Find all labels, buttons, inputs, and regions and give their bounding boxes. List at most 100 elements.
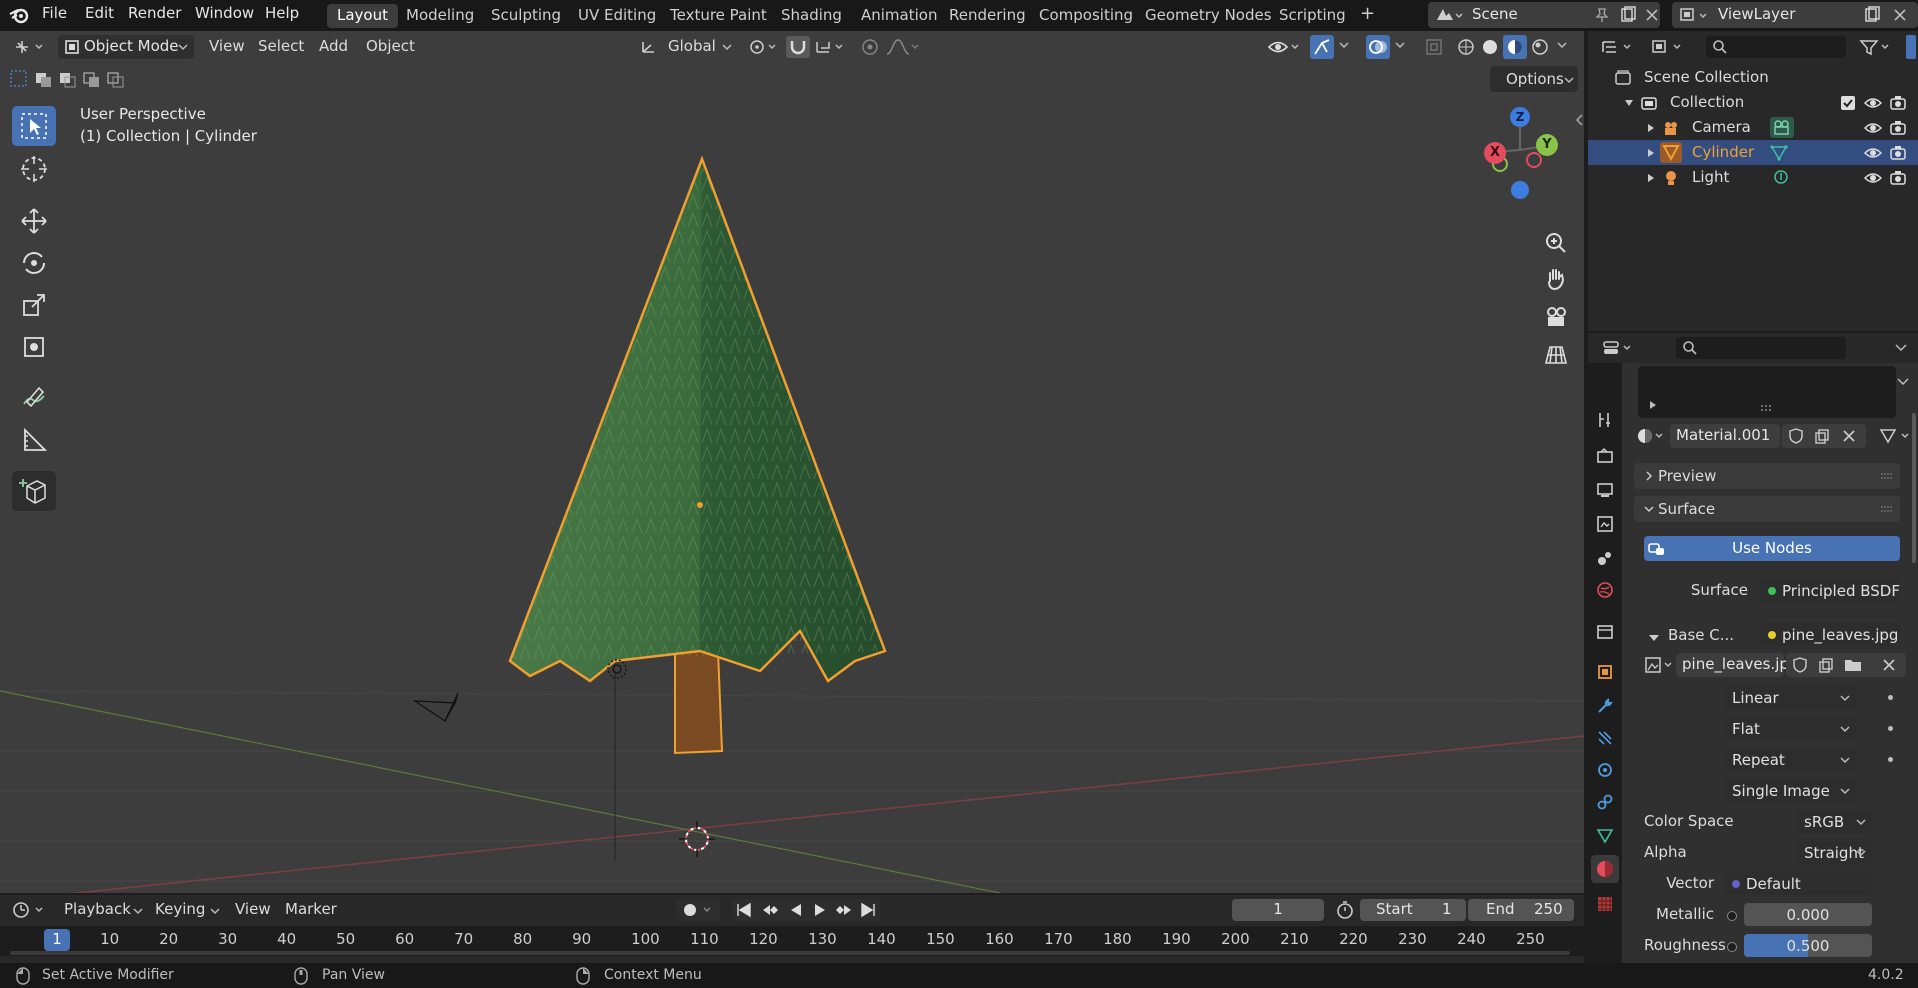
outliner-row-scene-collection[interactable]: Scene Collection <box>1588 65 1918 90</box>
timeline-menu-view[interactable]: View <box>235 900 271 918</box>
panel-preview-header[interactable]: Preview <box>1634 463 1900 489</box>
use-nodes-button[interactable]: Use Nodes <box>1644 536 1900 561</box>
wireframe-shading-icon[interactable] <box>1456 37 1476 57</box>
jump-start-icon[interactable] <box>734 902 754 918</box>
play-reverse-icon[interactable] <box>788 902 804 918</box>
particles-tab-icon[interactable] <box>1596 729 1614 747</box>
delete-scene-icon[interactable] <box>1645 8 1659 22</box>
expand-arrow-icon[interactable] <box>1646 148 1656 158</box>
tool-add-cube[interactable] <box>12 471 56 511</box>
play-icon[interactable] <box>812 902 828 918</box>
tool-tab-icon[interactable] <box>1596 411 1614 429</box>
chevron-down-icon[interactable] <box>1896 377 1910 387</box>
properties-editor-icon[interactable] <box>1602 339 1636 357</box>
jump-end-icon[interactable] <box>858 902 878 918</box>
material-tab[interactable] <box>1591 855 1619 883</box>
viewport-3d[interactable]: Object Mode View Select Add Object Globa… <box>0 31 1584 893</box>
material-preview-toggle[interactable] <box>1503 35 1527 59</box>
timeline-scrollbar[interactable] <box>10 951 1570 955</box>
pin-icon[interactable] <box>1594 7 1610 23</box>
image-name-field[interactable]: pine_leaves.jpg <box>1676 653 1798 677</box>
material-link-icon[interactable] <box>1878 426 1914 446</box>
tab-uv-editing[interactable]: UV Editing <box>568 4 666 28</box>
current-frame-field[interactable]: 1 <box>1232 899 1324 921</box>
tool-select-box[interactable] <box>12 106 56 146</box>
unlink-close-icon[interactable] <box>1882 658 1896 672</box>
tree-crown[interactable] <box>508 155 887 683</box>
visibility-icon[interactable] <box>1266 36 1302 58</box>
tool-cursor[interactable] <box>12 149 56 189</box>
drag-handle-icon[interactable] <box>1880 472 1894 480</box>
frame-start-field[interactable]: Start 1 <box>1360 899 1466 921</box>
proportional-editing-icon[interactable] <box>860 37 880 57</box>
tool-measure[interactable] <box>12 421 56 461</box>
fake-user-shield-icon[interactable] <box>1788 428 1804 444</box>
expand-arrow-icon[interactable] <box>1646 173 1656 183</box>
viewport-menu-view[interactable]: View <box>209 37 245 55</box>
pivot-point-icon[interactable] <box>748 37 778 57</box>
outliner-row-camera[interactable]: Camera <box>1588 115 1918 140</box>
camera-object[interactable] <box>412 692 459 722</box>
viewport-menu-select[interactable]: Select <box>258 37 304 55</box>
fake-user-shield-icon[interactable] <box>1792 657 1808 673</box>
render-camera-icon[interactable] <box>1890 170 1906 186</box>
frame-end-field[interactable]: End 250 <box>1468 899 1574 921</box>
open-folder-icon[interactable] <box>1844 657 1862 673</box>
options-button[interactable]: Options <box>1490 66 1578 92</box>
new-view-layer-button[interactable] <box>1860 3 1882 27</box>
metallic-slider[interactable]: 0.000 <box>1744 903 1872 926</box>
outliner-search-input[interactable] <box>1706 36 1846 58</box>
light-data-icon[interactable] <box>1772 169 1790 187</box>
material-slot-list[interactable] <box>1638 366 1896 418</box>
filter-icon[interactable] <box>1858 37 1894 57</box>
eye-icon[interactable] <box>1864 170 1882 186</box>
snap-toggle[interactable] <box>786 36 810 58</box>
render-camera-icon[interactable] <box>1890 145 1906 161</box>
solid-shading-icon[interactable] <box>1480 37 1500 57</box>
tool-rotate[interactable] <box>12 243 56 283</box>
tool-annotate[interactable] <box>12 377 56 417</box>
add-workspace-button[interactable]: + <box>1350 1 1385 25</box>
tool-move[interactable] <box>12 201 56 241</box>
image-browse-icon[interactable] <box>1644 655 1676 675</box>
perspective-toggle-button[interactable] <box>1540 339 1572 371</box>
duplicate-icon[interactable] <box>1814 428 1830 444</box>
stopwatch-icon[interactable] <box>1334 899 1356 921</box>
tab-shading[interactable]: Shading <box>771 4 852 28</box>
modifier-wrench-icon[interactable] <box>1596 697 1614 715</box>
sidebar-toggle-icon[interactable] <box>1574 113 1584 127</box>
outliner-row-cylinder[interactable]: Cylinder <box>1588 140 1918 165</box>
snap-target-icon[interactable] <box>814 37 848 57</box>
gizmo-toggle[interactable] <box>1310 35 1334 59</box>
playhead[interactable]: 1 <box>44 929 70 951</box>
constraints-tab-icon[interactable] <box>1596 793 1614 811</box>
world-tab-icon[interactable] <box>1596 581 1614 599</box>
render-tab-icon[interactable] <box>1596 447 1614 465</box>
tool-transform[interactable] <box>12 327 56 367</box>
physics-tab-icon[interactable] <box>1596 761 1614 779</box>
chevron-down-icon[interactable] <box>1556 40 1568 50</box>
chevron-down-icon[interactable] <box>1394 40 1406 50</box>
tab-modeling[interactable]: Modeling <box>396 4 484 28</box>
vector-field[interactable]: Default <box>1724 872 1872 895</box>
gizmo-y-axis[interactable]: Y <box>1536 134 1558 156</box>
tab-compositing[interactable]: Compositing <box>1029 4 1143 28</box>
unlink-close-icon[interactable] <box>1842 429 1856 443</box>
outliner-row-light[interactable]: Light <box>1588 165 1918 190</box>
expand-arrow-icon[interactable] <box>1646 123 1656 133</box>
delete-view-layer-icon[interactable] <box>1893 8 1907 22</box>
zoom-button[interactable] <box>1540 227 1572 259</box>
auto-keying-toggle[interactable] <box>676 899 720 921</box>
properties-scrollbar[interactable] <box>1912 413 1916 563</box>
keyframe-dot-icon[interactable] <box>1888 726 1893 731</box>
expand-arrow-icon[interactable] <box>1648 400 1658 410</box>
roughness-slider[interactable]: 0.500 <box>1744 934 1872 957</box>
tree-trunk[interactable] <box>674 650 724 755</box>
rendered-shading-icon[interactable] <box>1530 37 1550 57</box>
select-box-modes-icon[interactable] <box>8 67 130 91</box>
panel-surface-header[interactable]: Surface <box>1634 496 1900 522</box>
scene-tab-icon[interactable] <box>1596 549 1614 567</box>
outliner-row-collection[interactable]: Collection <box>1588 90 1918 115</box>
tab-rendering[interactable]: Rendering <box>939 4 1036 28</box>
extension-dropdown[interactable]: Repeat <box>1724 748 1856 771</box>
